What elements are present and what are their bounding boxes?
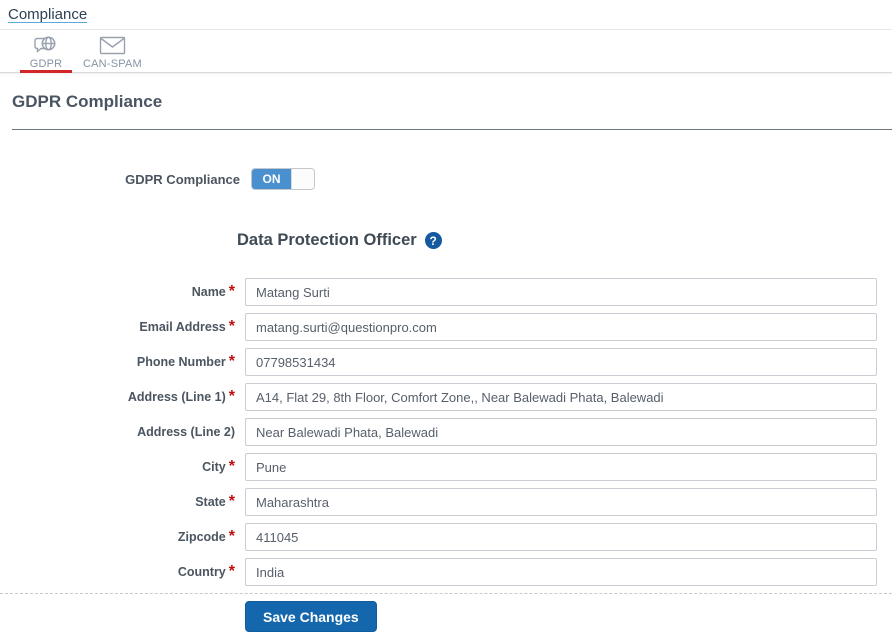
email-label: Email Address [139, 320, 226, 334]
form-row-email: Email Address * [0, 313, 892, 341]
compliance-breadcrumb-link[interactable]: Compliance [8, 6, 87, 23]
required-marker: * [228, 353, 235, 370]
address2-label: Address (Line 2) [137, 425, 235, 439]
required-marker: * [228, 283, 235, 300]
page-title: GDPR Compliance [12, 92, 163, 111]
tab-can-spam-label: CAN-SPAM [83, 57, 142, 70]
gdpr-globe-icon [34, 34, 58, 56]
tab-gdpr-label: GDPR [29, 57, 63, 70]
dpo-section-header: Data Protection Officer ? [237, 231, 892, 250]
form-row-address1: Address (Line 1) * [0, 383, 892, 411]
dpo-section-title: Data Protection Officer [237, 231, 417, 249]
state-field[interactable] [245, 488, 877, 516]
name-label: Name [191, 285, 226, 299]
form-row-address2: Address (Line 2) [0, 418, 892, 446]
email-field[interactable] [245, 313, 877, 341]
required-marker: * [228, 493, 235, 510]
gdpr-compliance-toggle[interactable]: ON [251, 168, 315, 190]
country-label: Country [177, 565, 226, 579]
form-row-state: State * [0, 488, 892, 516]
tab-can-spam[interactable]: CAN-SPAM [80, 30, 145, 73]
phone-field[interactable] [245, 348, 877, 376]
required-marker: * [228, 458, 235, 475]
dpo-form: Name* Email Address* Phone Number* Addre… [0, 278, 892, 586]
form-row-city: City * [0, 453, 892, 481]
required-marker: * [228, 388, 235, 405]
phone-label: Phone Number [136, 355, 226, 369]
zipcode-label: Zipcode [177, 530, 226, 544]
zipcode-field[interactable] [245, 523, 877, 551]
city-field[interactable] [245, 453, 877, 481]
dashed-divider [0, 593, 892, 594]
required-marker: * [228, 563, 235, 580]
form-row-zipcode: Zipcode * [0, 523, 892, 551]
compliance-tab-bar: GDPR CAN-SPAM [0, 30, 892, 73]
name-field[interactable] [245, 278, 877, 306]
country-field[interactable] [245, 558, 877, 586]
form-row-name: Name * [0, 278, 892, 306]
gdpr-compliance-toggle-label: GDPR Compliance [125, 171, 240, 187]
form-row-phone: Phone Number * [0, 348, 892, 376]
state-label: State [195, 495, 226, 509]
city-label: City [202, 460, 226, 474]
tab-gdpr[interactable]: GDPR [20, 30, 72, 73]
address1-label: Address (Line 1) [127, 390, 226, 404]
envelope-icon [99, 34, 126, 56]
address1-field[interactable] [245, 383, 877, 411]
toggle-knob [291, 169, 314, 189]
toggle-on-state: ON [252, 169, 291, 189]
title-divider [12, 129, 892, 130]
address2-field[interactable] [245, 418, 877, 446]
question-circle-icon[interactable]: ? [424, 232, 442, 249]
breadcrumb: Compliance [0, 0, 892, 30]
required-marker: * [228, 528, 235, 545]
form-row-country: Country * [0, 558, 892, 586]
save-changes-button[interactable]: Save Changes [245, 601, 377, 632]
required-marker: * [228, 318, 235, 335]
gdpr-compliance-toggle-row: GDPR Compliance ON [0, 168, 892, 190]
